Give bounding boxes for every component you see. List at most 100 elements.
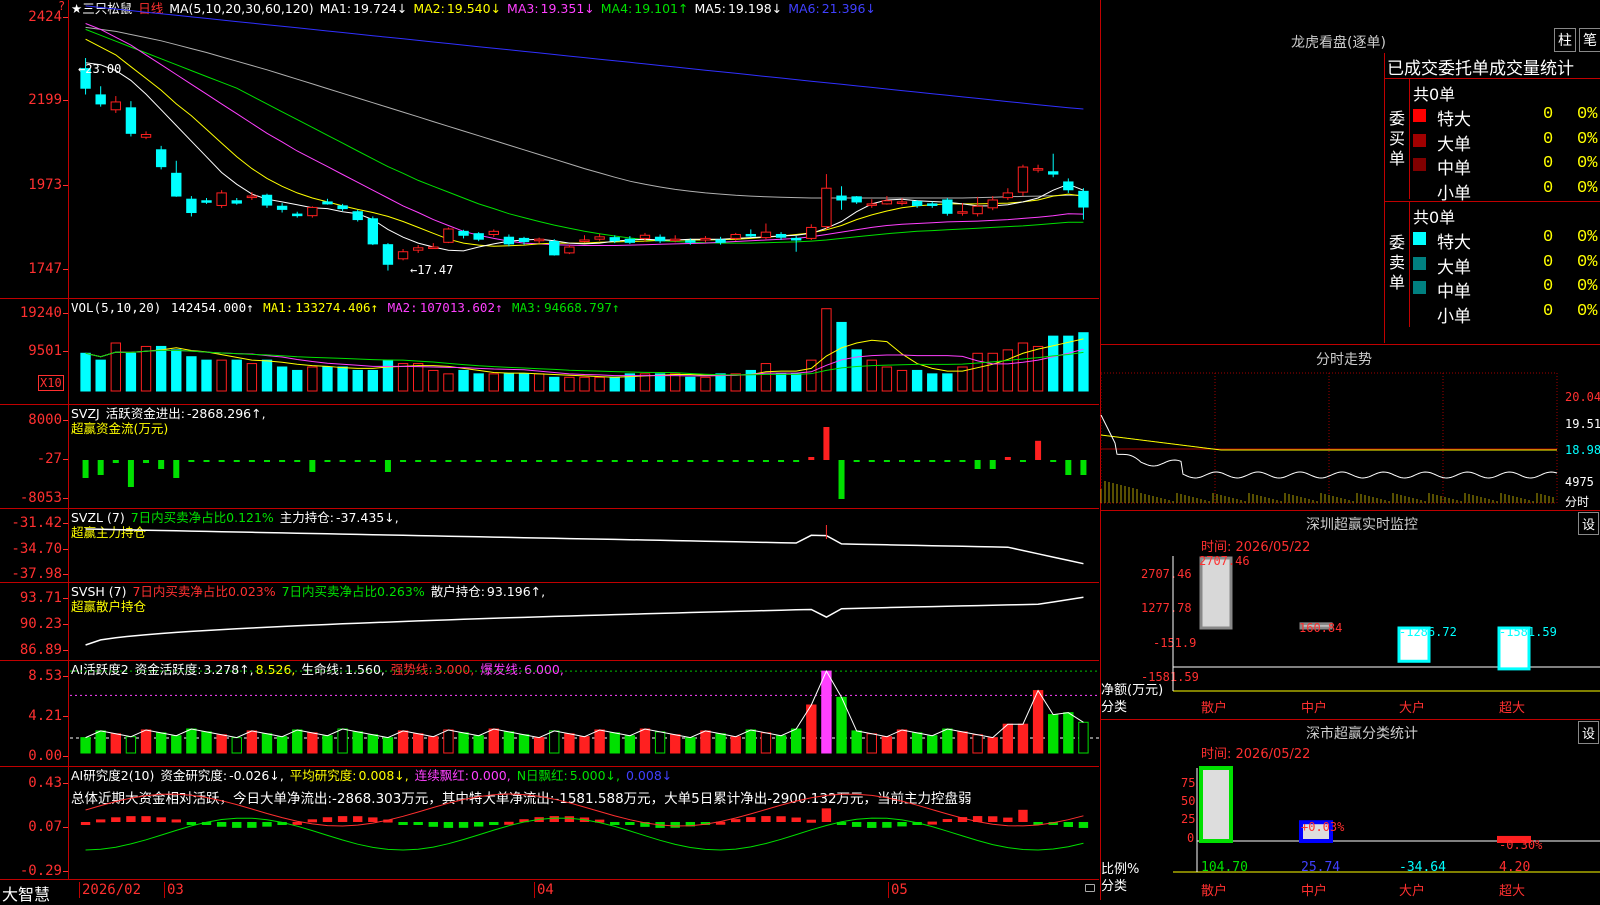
candle-body [292,213,303,217]
order-row-sell: 特大 0 0% [1413,228,1600,253]
volume-bar [670,373,681,392]
candle-body [654,236,666,242]
svsh-panel[interactable]: 93.71 90.23 86.89 SVSH (7) 7日内买卖净占比0.023… [0,583,1099,661]
activity-bar [458,732,469,754]
candle-body [307,206,318,217]
activity-bar [1048,714,1059,754]
volume-panel[interactable]: 19240 9501 X10 VOL(5,10,20) 142454.000↑ … [0,299,1099,405]
candle-body [352,211,363,221]
volume-bar [927,373,938,392]
candle-body [609,237,620,242]
candle-body [1063,181,1074,191]
activity-bar [654,731,666,754]
research-bar [1003,817,1013,822]
research-bar [806,819,816,823]
research-bar [504,821,514,825]
activity-bar [473,735,484,754]
research-bar [670,822,680,828]
activity-line [85,670,1084,739]
activity-bar [881,736,893,754]
price-tick: 2199 [28,92,68,108]
svzl-panel[interactable]: -31.42 -34.70 -37.98 SVZL (7) 7日内买卖净占比0.… [0,509,1099,583]
activity-bar [95,730,106,754]
candle-body [760,231,772,239]
svsh-tick: 86.89 [19,642,69,658]
activity-bar [579,736,590,754]
activity-bar [412,733,424,754]
bar-mode-button[interactable]: 柱 [1554,28,1576,52]
activity-bar [760,732,772,754]
svzl-tick: -37.98 [11,566,68,582]
svzj-panel[interactable]: 8000 -27 -8053 SVZJ 活跃资金进出: -2868.296↑, 超… [0,405,1099,509]
activity-bar [231,737,242,754]
candle-body [1017,166,1029,193]
ma4-line [85,28,1084,244]
ai-research-chart[interactable] [70,767,1099,879]
svzl-chart[interactable] [70,509,1099,582]
volume-bar [1017,342,1029,392]
order-type: 特大 [1437,110,1471,130]
svzj-bar [143,460,150,463]
activity-bar [1063,712,1074,754]
candle-body [458,230,469,236]
kline-chart[interactable] [70,0,1099,298]
svzj-bar [248,460,255,462]
ai-activity-panel[interactable]: 8.53 4.21 0.00 AI活跃度2 资金活跃度: 3.278↑, 8.526… [0,661,1099,767]
research-bar [776,816,786,822]
candle-body [110,101,121,111]
svzj-bar [657,460,664,462]
volume-bar [412,363,424,392]
research-bar [141,816,151,822]
order-row-buy: 小单 0 0% [1413,178,1600,204]
research-bar [867,822,877,828]
volume-bar [896,369,908,392]
stats-value: 104.70 [1201,860,1248,875]
intraday-footer: 分时 [1565,495,1590,509]
svzj-bar [672,460,679,462]
candle-body [518,237,530,243]
candle-body [806,226,817,239]
order-type: 大单 [1437,257,1471,278]
candle-body [564,246,575,254]
research-bar [458,822,469,828]
activity-bar [367,734,379,754]
intraday-vol-tick: 4975 [1565,475,1594,489]
ai-research-panel[interactable]: 0.43 0.07 -0.29 AI研究度2(10) 资金研究度: -0.026↓… [0,767,1099,879]
ai2-tick: 0.43 [28,775,68,791]
volume-bar [216,359,227,392]
svzj-chart[interactable] [70,405,1099,508]
tick-mode-button[interactable]: 笔 [1579,28,1600,52]
research-bar [95,819,106,823]
volume-bar [700,376,711,392]
candle-body [246,195,258,199]
kline-panel[interactable]: 2424 2199 1973 1747 ? ★三只松鼠 日线 MA(5,10,2… [0,0,1099,299]
ai-activity-axis: 8.53 4.21 0.00 [0,661,69,766]
svzj-bar [112,460,119,463]
svzj-bar [732,460,739,462]
volume-chart[interactable] [70,299,1099,404]
volume-bar [851,349,862,392]
intraday-chart[interactable] [1100,372,1600,510]
research-bar [443,822,454,828]
order-type: 小单 [1437,183,1471,204]
svzj-bar [475,460,482,462]
activity-bar [382,737,394,754]
volume-bar [488,373,499,392]
candle-body [276,205,288,210]
activity-bar [352,731,363,754]
ai-activity-chart[interactable] [70,661,1099,766]
candle-body [700,237,711,241]
svsh-chart[interactable] [70,583,1099,660]
month-label: 03 [164,882,184,898]
intraday-panel[interactable]: 分时走势 20.04 19.51 18.98 4975 分时 [1100,345,1600,511]
candle-body [927,203,938,206]
lock-icon[interactable] [1085,884,1095,892]
research-bar [610,822,620,825]
volume-bar [594,376,605,392]
order-count: 0 [1543,178,1554,198]
order-count: 0 [1543,277,1554,296]
stats-cat: 散户 [1201,884,1228,899]
stats-value: 4.20 [1499,860,1531,875]
svzj-bar [883,460,890,462]
activity-bar [1017,723,1029,754]
